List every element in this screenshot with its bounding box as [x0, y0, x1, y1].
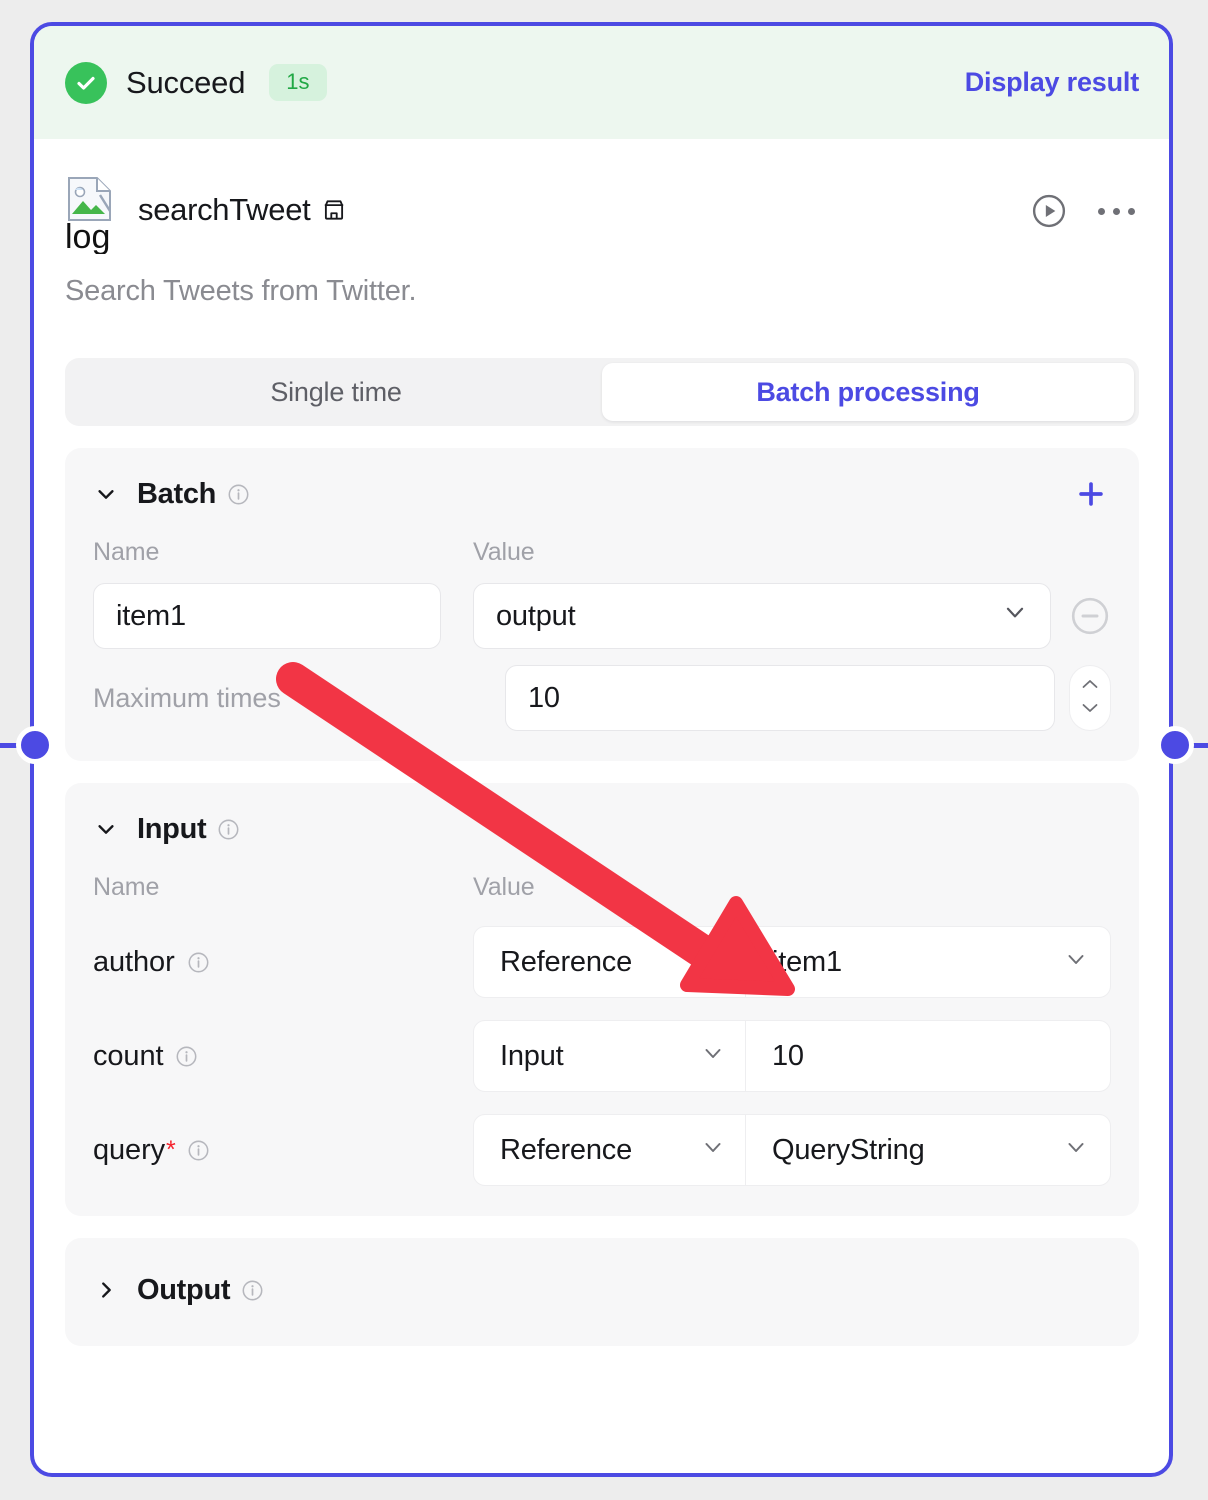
input-type-text: Input [500, 1039, 564, 1072]
tab-batch-processing[interactable]: Batch processing [602, 363, 1134, 421]
node-title: searchTweet [138, 192, 347, 231]
status-label: Succeed [126, 64, 246, 100]
input-name-query: query * [93, 1134, 473, 1167]
input-value-text: QueryString [772, 1133, 925, 1166]
check-circle-icon [65, 61, 107, 104]
required-marker: * [166, 1135, 176, 1164]
input-value-control-count: Input 10 [473, 1020, 1111, 1092]
chevron-down-icon[interactable] [93, 816, 119, 842]
chevron-down-icon[interactable] [93, 481, 119, 507]
batch-name-value: item1 [116, 599, 186, 632]
input-type-select-query[interactable]: Reference [474, 1115, 746, 1185]
max-times-label: Maximum times [93, 682, 281, 713]
input-name-count: count [93, 1040, 473, 1073]
info-circle-icon[interactable] [217, 818, 240, 841]
edge-line-right [1192, 743, 1208, 748]
node-title-row: log searchTweet [65, 159, 1139, 263]
batch-panel: Batch Name Value item1 output Maximum ti… [65, 448, 1139, 761]
mode-tabs: Single time Batch processing [65, 358, 1139, 426]
remove-batch-item-button[interactable] [1069, 595, 1111, 637]
chevron-down-icon [701, 946, 725, 979]
input-value-text: 10 [772, 1039, 804, 1072]
info-circle-icon[interactable] [175, 1045, 198, 1068]
chevron-down-icon [701, 1134, 725, 1167]
input-connector-handle[interactable] [16, 726, 54, 764]
input-panel-header: Input [93, 807, 1111, 851]
workflow-node-searchtweet[interactable]: Succeed 1s Display result log searchTwee… [30, 22, 1173, 1477]
chevron-down-icon [1064, 946, 1088, 979]
input-value-control-author: Reference item1 [473, 926, 1111, 998]
batch-column-headers: Name Value [93, 538, 1111, 567]
input-row-query: query * Reference QueryString [93, 1114, 1111, 1186]
node-description: Search Tweets from Twitter. [65, 275, 417, 307]
info-circle-icon[interactable] [187, 1139, 210, 1162]
input-type-text: Reference [500, 1133, 632, 1166]
output-connector-handle[interactable] [1156, 726, 1194, 764]
chevron-up-icon[interactable] [1081, 677, 1099, 695]
input-label-text: query [93, 1133, 166, 1166]
node-title-actions [1030, 192, 1139, 230]
chevron-down-icon [701, 1040, 725, 1073]
input-type-text: Reference [500, 945, 632, 978]
batch-col-value: Value [473, 538, 535, 566]
input-type-select-author[interactable]: Reference [474, 927, 746, 997]
input-col-value: Value [473, 873, 535, 901]
input-value-control-query: Reference QueryString [473, 1114, 1111, 1186]
batch-col-name: Name [93, 538, 160, 566]
input-value-text: item1 [772, 945, 842, 978]
output-panel-header[interactable]: Output [93, 1268, 1111, 1312]
input-name-author: author [93, 946, 473, 979]
broken-image-icon: log [65, 176, 127, 254]
info-circle-icon[interactable] [187, 951, 210, 974]
output-panel: Output [65, 1238, 1139, 1346]
input-col-name: Name [93, 873, 160, 901]
batch-panel-title: Batch [137, 477, 217, 510]
input-value-field-count[interactable]: 10 [746, 1021, 1110, 1091]
input-type-select-count[interactable]: Input [474, 1021, 746, 1091]
batch-value-select[interactable]: output [473, 583, 1051, 649]
node-status-bar: Succeed 1s Display result [34, 26, 1169, 139]
input-value-select-query[interactable]: QueryString [746, 1115, 1110, 1185]
node-title-text: searchTweet [138, 191, 311, 227]
batch-row: item1 output [93, 583, 1111, 649]
more-horizontal-icon[interactable] [1094, 198, 1139, 225]
display-result-link[interactable]: Display result [965, 67, 1139, 98]
input-value-select-author[interactable]: item1 [746, 927, 1110, 997]
store-icon [321, 195, 347, 231]
play-circle-icon[interactable] [1030, 192, 1068, 230]
chevron-down-icon [1064, 1134, 1088, 1167]
input-label-text: count [93, 1039, 164, 1072]
batch-panel-header: Batch [93, 472, 1111, 516]
broken-image-alt-text: log [65, 220, 111, 254]
max-times-value: 10 [528, 681, 560, 714]
batch-max-times-row: Maximum times 10 [93, 665, 1111, 731]
add-batch-item-button[interactable] [1071, 474, 1111, 514]
chevron-right-icon[interactable] [93, 1277, 119, 1303]
output-panel-title: Output [137, 1273, 231, 1306]
input-column-headers: Name Value [93, 873, 1111, 902]
chevron-down-icon[interactable] [1081, 701, 1099, 719]
info-circle-icon[interactable] [227, 483, 250, 506]
input-row-author: author Reference item1 [93, 926, 1111, 998]
input-panel-title: Input [137, 812, 207, 845]
input-label-text: author [93, 945, 175, 978]
max-times-input[interactable]: 10 [505, 665, 1055, 731]
chevron-down-icon [1002, 599, 1028, 633]
input-panel: Input Name Value author Reference item1 … [65, 783, 1139, 1216]
batch-name-input[interactable]: item1 [93, 583, 441, 649]
batch-value-text: output [496, 599, 576, 632]
info-circle-icon[interactable] [241, 1279, 264, 1302]
workflow-canvas: Succeed 1s Display result log searchTwee… [0, 0, 1208, 1500]
tab-single-time[interactable]: Single time [70, 363, 602, 421]
input-row-count: count Input 10 [93, 1020, 1111, 1092]
status-duration-badge: 1s [269, 64, 327, 101]
max-times-stepper[interactable] [1069, 665, 1111, 731]
